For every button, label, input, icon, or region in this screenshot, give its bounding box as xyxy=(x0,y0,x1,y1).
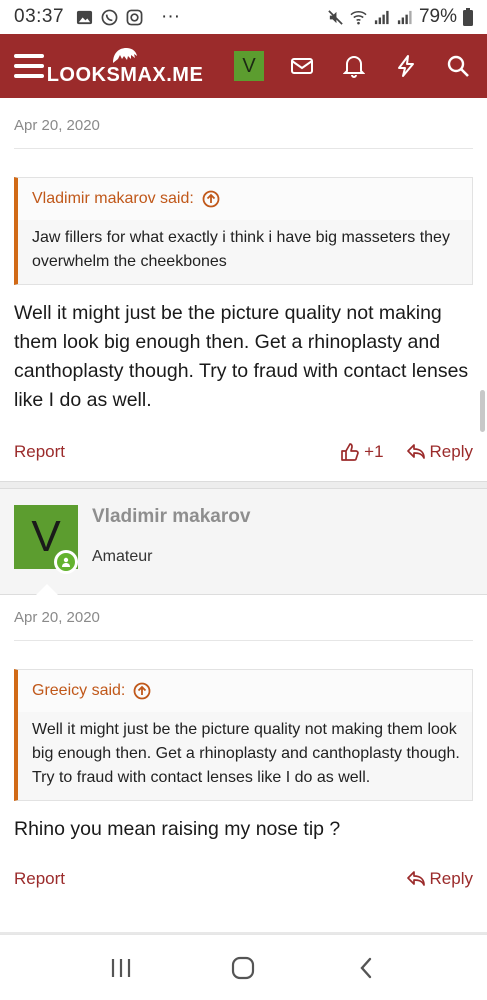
battery-percent: 79% xyxy=(418,6,457,27)
signal-icon-2 xyxy=(397,10,412,24)
battery-icon xyxy=(463,8,473,26)
reply-button[interactable]: Reply xyxy=(406,442,473,462)
quote-text: Jaw fillers for what exactly i think i h… xyxy=(32,229,450,270)
post-date-row: Apr 20, 2020 xyxy=(14,103,473,149)
report-link[interactable]: Report xyxy=(14,869,65,889)
menu-icon-bar xyxy=(14,74,44,78)
post-date[interactable]: Apr 20, 2020 xyxy=(14,117,100,134)
post-body: Well it might just be the picture qualit… xyxy=(14,302,469,411)
arrow-up-circle-icon[interactable] xyxy=(202,190,220,208)
recent-apps-button[interactable] xyxy=(101,948,141,988)
mute-icon xyxy=(328,9,343,25)
author-name[interactable]: Vladimir makarov xyxy=(92,506,250,528)
reply-label: Reply xyxy=(429,869,473,888)
gallery-icon xyxy=(76,10,93,24)
reply-icon xyxy=(406,871,425,886)
post-date[interactable]: Apr 20, 2020 xyxy=(14,609,100,626)
quote-header[interactable]: Greeicy said: xyxy=(18,670,472,712)
back-button[interactable] xyxy=(346,948,386,988)
online-indicator xyxy=(54,550,78,574)
status-time: 03:37 xyxy=(14,6,65,27)
whats-new-button[interactable] xyxy=(380,34,432,98)
home-icon xyxy=(232,956,255,979)
system-nav-bar xyxy=(0,934,487,1000)
post-actions: Report Reply xyxy=(14,850,473,908)
user-online-icon xyxy=(62,557,70,567)
quote-block: Vladimir makarov said: Jaw fillers for w… xyxy=(14,177,473,285)
arrow-up-circle-icon[interactable] xyxy=(133,682,151,700)
inbox-button[interactable] xyxy=(276,34,328,98)
post-divider xyxy=(0,481,487,489)
like-count: +1 xyxy=(364,442,384,461)
like-button[interactable]: +1 xyxy=(340,442,384,462)
scrollbar-thumb[interactable] xyxy=(480,390,485,432)
status-more: ··· xyxy=(161,6,181,27)
post-actions: Report +1 Reply xyxy=(14,423,473,481)
quote-text: Well it might just be the picture qualit… xyxy=(32,721,460,786)
wifi-icon xyxy=(350,10,367,24)
quote-author: Greeicy said: xyxy=(32,682,126,699)
logo-text: LOOKSMAX.ME xyxy=(46,63,204,86)
quote-author: Vladimir makarov said: xyxy=(32,190,194,207)
mail-icon xyxy=(291,58,313,74)
recent-apps-icon xyxy=(112,958,131,977)
site-logo[interactable]: LOOKSMAX.ME xyxy=(47,46,203,87)
bell-icon xyxy=(343,56,365,78)
reply-label: Reply xyxy=(429,442,473,461)
signal-icon xyxy=(374,10,389,24)
home-button[interactable] xyxy=(223,948,263,988)
reply-button[interactable]: Reply xyxy=(406,869,473,889)
site-header: LOOKSMAX.ME V xyxy=(0,34,487,98)
menu-button[interactable] xyxy=(14,54,44,78)
quote-header[interactable]: Vladimir makarov said: xyxy=(18,178,472,220)
author-pointer xyxy=(36,584,58,595)
user-avatar-button[interactable]: V xyxy=(234,51,264,81)
report-link[interactable]: Report xyxy=(14,442,65,462)
back-icon xyxy=(360,957,372,978)
bolt-icon xyxy=(398,55,414,77)
thumbs-up-icon xyxy=(341,443,359,461)
logo-hair-icon xyxy=(113,47,137,63)
quote-block: Greeicy said: Well it might just be the … xyxy=(14,669,473,801)
search-icon xyxy=(447,55,469,77)
whatsapp-icon xyxy=(101,9,118,25)
status-bar: 03:37 ··· 79% xyxy=(0,0,487,34)
alerts-button[interactable] xyxy=(328,34,380,98)
menu-icon-bar xyxy=(14,64,44,68)
instagram-icon xyxy=(126,9,143,25)
post-date-row: Apr 20, 2020 xyxy=(14,595,473,641)
author-title: Amateur xyxy=(92,548,153,565)
post-author-block: V Vladimir makarov Amateur xyxy=(0,489,487,595)
reply-icon xyxy=(406,444,425,459)
thread-content: Apr 20, 2020 Vladimir makarov said: Jaw … xyxy=(0,98,487,908)
search-button[interactable] xyxy=(432,34,484,98)
post-body: Rhino you mean raising my nose tip ? xyxy=(14,818,341,840)
menu-icon-bar xyxy=(14,54,44,58)
